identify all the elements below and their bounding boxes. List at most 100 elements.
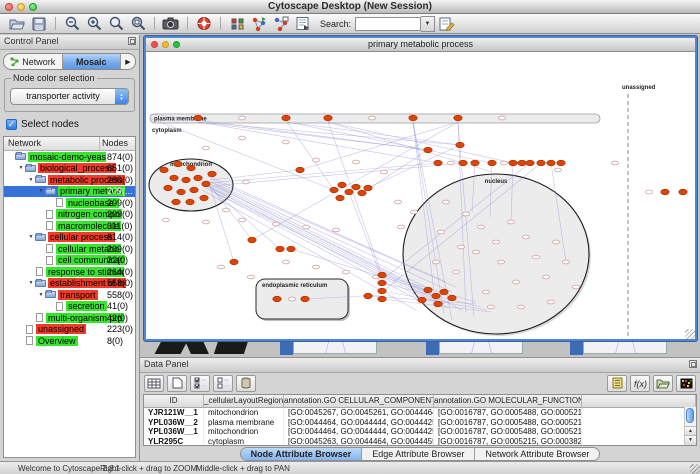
network-node[interactable]: [452, 270, 459, 274]
network-node[interactable]: [242, 180, 249, 184]
float-panel-icon[interactable]: [689, 360, 697, 368]
network-node-colored[interactable]: [358, 190, 366, 196]
network-node-colored[interactable]: [200, 195, 208, 201]
tab-network[interactable]: Network: [4, 54, 63, 69]
network-node-colored[interactable]: [471, 160, 479, 166]
network-node[interactable]: [482, 290, 489, 294]
network-node[interactable]: [554, 168, 561, 172]
network-node[interactable]: [442, 200, 449, 204]
import-network-icon[interactable]: [248, 15, 270, 32]
network-node-colored[interactable]: [248, 237, 256, 243]
column-header[interactable]: [582, 395, 696, 407]
network-node[interactable]: [352, 160, 359, 164]
network-node[interactable]: [472, 250, 479, 254]
network-node[interactable]: [302, 225, 309, 229]
create-attribute-icon[interactable]: [167, 375, 187, 392]
network-node[interactable]: [497, 260, 504, 264]
network-node[interactable]: [522, 235, 529, 239]
app-resize-grip[interactable]: [690, 464, 700, 474]
network-canvas[interactable]: plasma membranecytoplasmmitochondrionnuc…: [146, 52, 695, 339]
network-node[interactable]: [547, 300, 554, 304]
network-node-colored[interactable]: [378, 296, 386, 302]
network-node-colored[interactable]: [454, 115, 462, 121]
network-node-colored[interactable]: [282, 115, 290, 121]
network-node-colored[interactable]: [661, 189, 669, 195]
network-node-colored[interactable]: [336, 195, 344, 201]
network-node[interactable]: [487, 305, 494, 309]
network-node[interactable]: [512, 280, 519, 284]
tree-row[interactable]: ▼cellular process614(0): [4, 232, 135, 244]
table-row[interactable]: YLR295Ccytoplasm[GO:0045263, GO:0044464,…: [144, 437, 696, 446]
network-node[interactable]: [645, 190, 652, 194]
network-node[interactable]: [542, 275, 549, 279]
search-dropdown-icon[interactable]: ▼: [421, 16, 435, 32]
network-node-colored[interactable]: [187, 165, 195, 171]
network-node-colored[interactable]: [338, 182, 346, 188]
tree-row[interactable]: cell communicat22(0): [4, 255, 135, 267]
minimize-view-icon[interactable]: [162, 41, 169, 48]
network-node[interactable]: [272, 222, 279, 226]
tree-column-nodes[interactable]: Nodes: [100, 137, 135, 150]
delete-attribute-icon[interactable]: [236, 375, 256, 392]
network-node[interactable]: [572, 285, 579, 289]
table-row[interactable]: YPL036W__2plasma membrane[GO:0044464, GO…: [144, 418, 696, 428]
network-node[interactable]: [238, 136, 245, 140]
zoom-selected-icon[interactable]: [105, 15, 127, 32]
network-node[interactable]: [162, 218, 169, 222]
search-input[interactable]: [355, 17, 421, 31]
close-view-icon[interactable]: [151, 41, 158, 48]
network-node-colored[interactable]: [424, 147, 432, 153]
network-node-colored[interactable]: [418, 297, 426, 303]
network-node-colored[interactable]: [378, 272, 386, 278]
network-node[interactable]: [492, 240, 499, 244]
network-node-colored[interactable]: [526, 160, 534, 166]
attribute-list-icon[interactable]: [607, 375, 627, 392]
network-node-colored[interactable]: [459, 160, 467, 166]
attribute-check-icon[interactable]: [190, 375, 210, 392]
network-node[interactable]: [447, 161, 454, 165]
network-node[interactable]: [202, 146, 209, 150]
network-node[interactable]: [380, 170, 387, 174]
column-header[interactable]: annotation.GO MOLECULAR_FUNCTION: [434, 395, 582, 407]
help-icon[interactable]: [193, 15, 215, 32]
network-node[interactable]: [238, 116, 245, 120]
expand-arrow-icon[interactable]: ▼: [27, 177, 35, 183]
zoom-fit-icon[interactable]: [127, 15, 149, 32]
network-node[interactable]: [498, 116, 505, 120]
network-node-colored[interactable]: [194, 175, 202, 181]
scroll-down-icon[interactable]: ▼: [685, 435, 696, 445]
minimize-window-icon[interactable]: [17, 3, 25, 11]
network-node[interactable]: [432, 260, 439, 264]
tree-row[interactable]: secretion41(0): [4, 301, 135, 313]
zoom-in-icon[interactable]: [83, 15, 105, 32]
attribute-uncheck-icon[interactable]: [213, 375, 233, 392]
tree-row[interactable]: mosaic-demo-yeast874(0): [4, 151, 135, 163]
network-node-colored[interactable]: [364, 185, 372, 191]
network-node-colored[interactable]: [424, 287, 432, 293]
network-node[interactable]: [282, 260, 289, 264]
tree-row[interactable]: response to stimulu264(0): [4, 266, 135, 278]
network-node-colored[interactable]: [230, 259, 238, 265]
node-color-dropdown[interactable]: transporter activity ▲▼: [10, 88, 129, 105]
network-node-colored[interactable]: [170, 175, 178, 181]
window-resize-grip[interactable]: [685, 329, 695, 339]
network-node[interactable]: [222, 208, 229, 212]
network-node[interactable]: [611, 161, 618, 165]
network-node-colored[interactable]: [440, 289, 448, 295]
network-node[interactable]: [217, 265, 224, 269]
search-options-icon[interactable]: [435, 15, 457, 32]
tree-row[interactable]: Overview8(0): [4, 335, 135, 347]
network-graph[interactable]: plasma membranecytoplasmmitochondrionnuc…: [146, 52, 695, 339]
zoom-view-icon[interactable]: [173, 41, 180, 48]
network-node-colored[interactable]: [679, 189, 687, 195]
network-node[interactable]: [552, 240, 559, 244]
network-node-colored[interactable]: [547, 160, 555, 166]
network-node-colored[interactable]: [330, 187, 338, 193]
network-node[interactable]: [368, 116, 375, 120]
network-node-colored[interactable]: [273, 296, 281, 302]
tree-row[interactable]: ▼transport558(0): [4, 289, 135, 301]
zoom-window-icon[interactable]: [29, 3, 37, 11]
column-header[interactable]: annotation.GO CELLULAR_COMPONENT: [284, 395, 434, 407]
network-node-colored[interactable]: [509, 160, 517, 166]
column-header[interactable]: _cellularLayoutRegion: [204, 395, 284, 407]
